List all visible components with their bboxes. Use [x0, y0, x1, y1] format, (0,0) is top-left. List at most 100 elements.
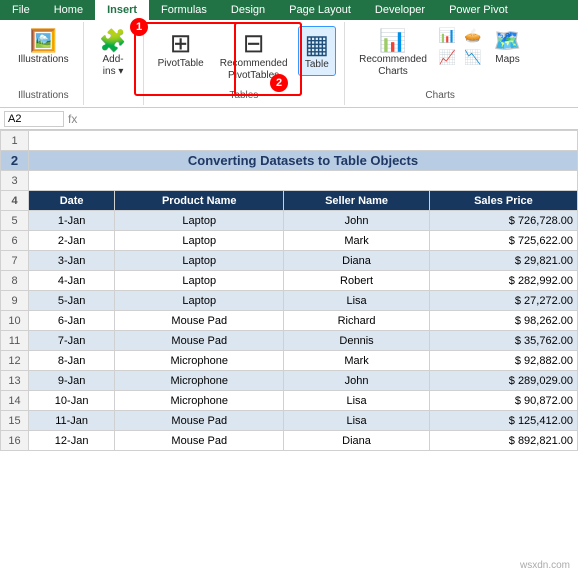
product-cell-5[interactable]: Mouse Pad [115, 311, 284, 331]
price-cell-3[interactable]: $ 282,992.00 [429, 271, 577, 291]
bar-chart-icon: 📊 [439, 28, 456, 42]
tables-group-label: Tables [229, 86, 258, 101]
row-num-7: 7 [1, 251, 29, 271]
seller-cell-3[interactable]: Robert [284, 271, 430, 291]
seller-cell-4[interactable]: Lisa [284, 291, 430, 311]
formula-bar: fx [0, 108, 578, 130]
ribbon-tab-insert[interactable]: Insert [95, 0, 149, 20]
date-cell-5[interactable]: 6-Jan [29, 311, 115, 331]
ribbon-tab-power pivot[interactable]: Power Pivot [437, 0, 520, 20]
seller-cell-0[interactable]: John [284, 211, 430, 231]
illustrations-button[interactable]: 🖼️ Illustrations [12, 26, 75, 70]
row-num-4: 4 [1, 191, 29, 211]
table-row: 14 10-Jan Microphone Lisa $ 90,872.00 [1, 391, 578, 411]
maps-icon: 🗺️ [494, 30, 521, 52]
table-row: 12 8-Jan Microphone Mark $ 92,882.00 [1, 351, 578, 371]
ribbon-content: 🖼️ Illustrations Illustrations 🧩 Add-ins… [0, 20, 578, 108]
date-cell-3[interactable]: 4-Jan [29, 271, 115, 291]
seller-cell-9[interactable]: Lisa [284, 391, 430, 411]
seller-cell-7[interactable]: Mark [284, 351, 430, 371]
product-cell-0[interactable]: Laptop [115, 211, 284, 231]
price-cell-4[interactable]: $ 27,272.00 [429, 291, 577, 311]
product-cell-10[interactable]: Mouse Pad [115, 411, 284, 431]
table-row: 9 5-Jan Laptop Lisa $ 27,272.00 [1, 291, 578, 311]
seller-cell-1[interactable]: Mark [284, 231, 430, 251]
date-cell-4[interactable]: 5-Jan [29, 291, 115, 311]
price-cell-1[interactable]: $ 725,622.00 [429, 231, 577, 251]
seller-cell-10[interactable]: Lisa [284, 411, 430, 431]
col-header-1: Product Name [115, 191, 284, 211]
price-cell-9[interactable]: $ 90,872.00 [429, 391, 577, 411]
ribbon-tab-developer[interactable]: Developer [363, 0, 437, 20]
seller-cell-6[interactable]: Dennis [284, 331, 430, 351]
cell-3[interactable] [29, 171, 578, 191]
maps-button[interactable]: 🗺️ Maps [488, 26, 527, 70]
col-header-0: Date [29, 191, 115, 211]
product-cell-8[interactable]: Microphone [115, 371, 284, 391]
price-cell-11[interactable]: $ 892,821.00 [429, 431, 577, 451]
recommended-pivottables-icon: ⊟ [243, 30, 265, 56]
seller-cell-11[interactable]: Diana [284, 431, 430, 451]
price-cell-6[interactable]: $ 35,762.00 [429, 331, 577, 351]
date-cell-1[interactable]: 2-Jan [29, 231, 115, 251]
ribbon-tab-file[interactable]: File [0, 0, 42, 20]
row-num-13: 13 [1, 371, 29, 391]
seller-cell-5[interactable]: Richard [284, 311, 430, 331]
price-cell-2[interactable]: $ 29,821.00 [429, 251, 577, 271]
table-icon: ▦ [305, 31, 330, 57]
name-box[interactable] [4, 111, 64, 127]
product-cell-6[interactable]: Mouse Pad [115, 331, 284, 351]
row-num-14: 14 [1, 391, 29, 411]
product-cell-3[interactable]: Laptop [115, 271, 284, 291]
date-cell-2[interactable]: 3-Jan [29, 251, 115, 271]
pivottable-button[interactable]: ⊞ PivotTable [152, 26, 210, 74]
price-cell-5[interactable]: $ 98,262.00 [429, 311, 577, 331]
price-cell-10[interactable]: $ 125,412.00 [429, 411, 577, 431]
addins-button[interactable]: 🧩 Add-ins ▾ [93, 26, 132, 82]
seller-cell-8[interactable]: John [284, 371, 430, 391]
recommended-charts-button[interactable]: 📊 RecommendedCharts [353, 26, 433, 82]
pie-chart-button[interactable]: 🥧 [462, 26, 483, 46]
date-cell-10[interactable]: 11-Jan [29, 411, 115, 431]
title-cell[interactable]: Converting Datasets to Table Objects [29, 151, 578, 171]
seller-cell-2[interactable]: Diana [284, 251, 430, 271]
scatter-chart-button[interactable]: 📉 [462, 48, 483, 68]
product-cell-2[interactable]: Laptop [115, 251, 284, 271]
table-button[interactable]: ▦ Table [298, 26, 337, 76]
date-cell-7[interactable]: 8-Jan [29, 351, 115, 371]
fx-icon: fx [68, 112, 77, 126]
ribbon-tab-design[interactable]: Design [219, 0, 277, 20]
row-num-2: 2 [1, 151, 29, 171]
date-cell-6[interactable]: 7-Jan [29, 331, 115, 351]
price-cell-8[interactable]: $ 289,029.00 [429, 371, 577, 391]
recommended-charts-icon: 📊 [379, 30, 406, 52]
row-num-15: 15 [1, 411, 29, 431]
row-num-3: 3 [1, 171, 29, 191]
line-chart-button[interactable]: 📈 [437, 48, 458, 68]
price-cell-0[interactable]: $ 726,728.00 [429, 211, 577, 231]
row-num-11: 11 [1, 331, 29, 351]
product-cell-4[interactable]: Laptop [115, 291, 284, 311]
recommended-pivottables-button[interactable]: ⊟ RecommendedPivotTables [214, 26, 294, 86]
price-cell-7[interactable]: $ 92,882.00 [429, 351, 577, 371]
date-cell-0[interactable]: 1-Jan [29, 211, 115, 231]
product-cell-1[interactable]: Laptop [115, 231, 284, 251]
table-row: 5 1-Jan Laptop John $ 726,728.00 [1, 211, 578, 231]
date-cell-8[interactable]: 9-Jan [29, 371, 115, 391]
ribbon-tab-formulas[interactable]: Formulas [149, 0, 219, 20]
formula-input[interactable] [81, 113, 574, 125]
date-cell-11[interactable]: 12-Jan [29, 431, 115, 451]
table-row: 13 9-Jan Microphone John $ 289,029.00 [1, 371, 578, 391]
bar-chart-button[interactable]: 📊 [437, 26, 458, 46]
table-row: 15 11-Jan Mouse Pad Lisa $ 125,412.00 [1, 411, 578, 431]
ribbon-tab-page layout[interactable]: Page Layout [277, 0, 363, 20]
col-header-3: Sales Price [429, 191, 577, 211]
product-cell-7[interactable]: Microphone [115, 351, 284, 371]
table-row: 11 7-Jan Mouse Pad Dennis $ 35,762.00 [1, 331, 578, 351]
product-cell-11[interactable]: Mouse Pad [115, 431, 284, 451]
ribbon-tab-home[interactable]: Home [42, 0, 95, 20]
cell-1[interactable] [29, 131, 578, 151]
date-cell-9[interactable]: 10-Jan [29, 391, 115, 411]
table-row: 7 3-Jan Laptop Diana $ 29,821.00 [1, 251, 578, 271]
product-cell-9[interactable]: Microphone [115, 391, 284, 411]
